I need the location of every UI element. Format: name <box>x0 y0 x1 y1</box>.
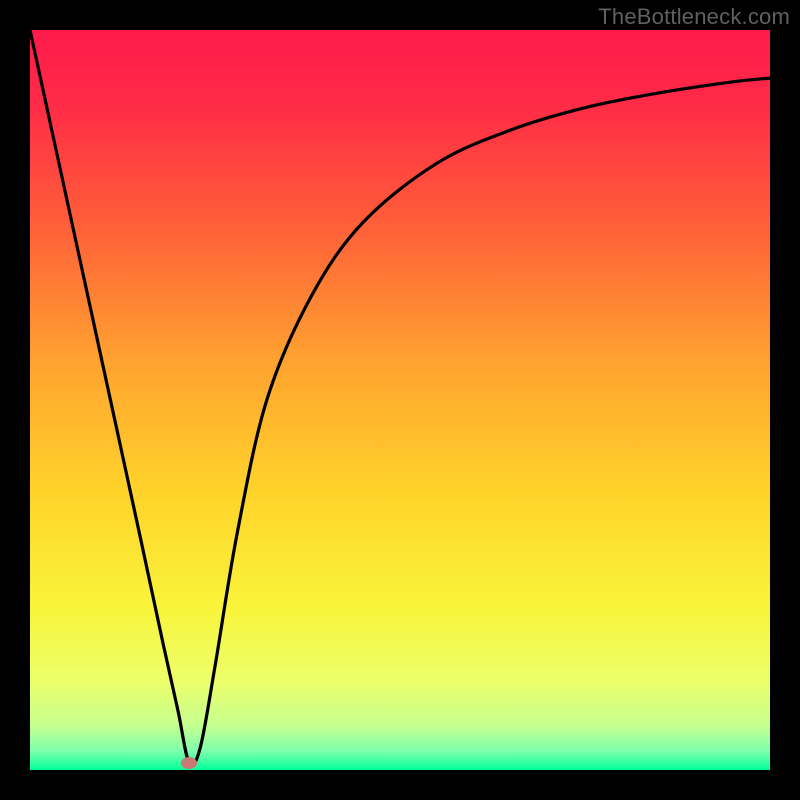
watermark-text: TheBottleneck.com <box>598 4 790 30</box>
curve-layer <box>30 30 770 770</box>
chart-frame: TheBottleneck.com <box>0 0 800 800</box>
min-marker <box>181 757 197 769</box>
plot-area <box>30 30 770 770</box>
bottleneck-curve <box>30 30 770 765</box>
